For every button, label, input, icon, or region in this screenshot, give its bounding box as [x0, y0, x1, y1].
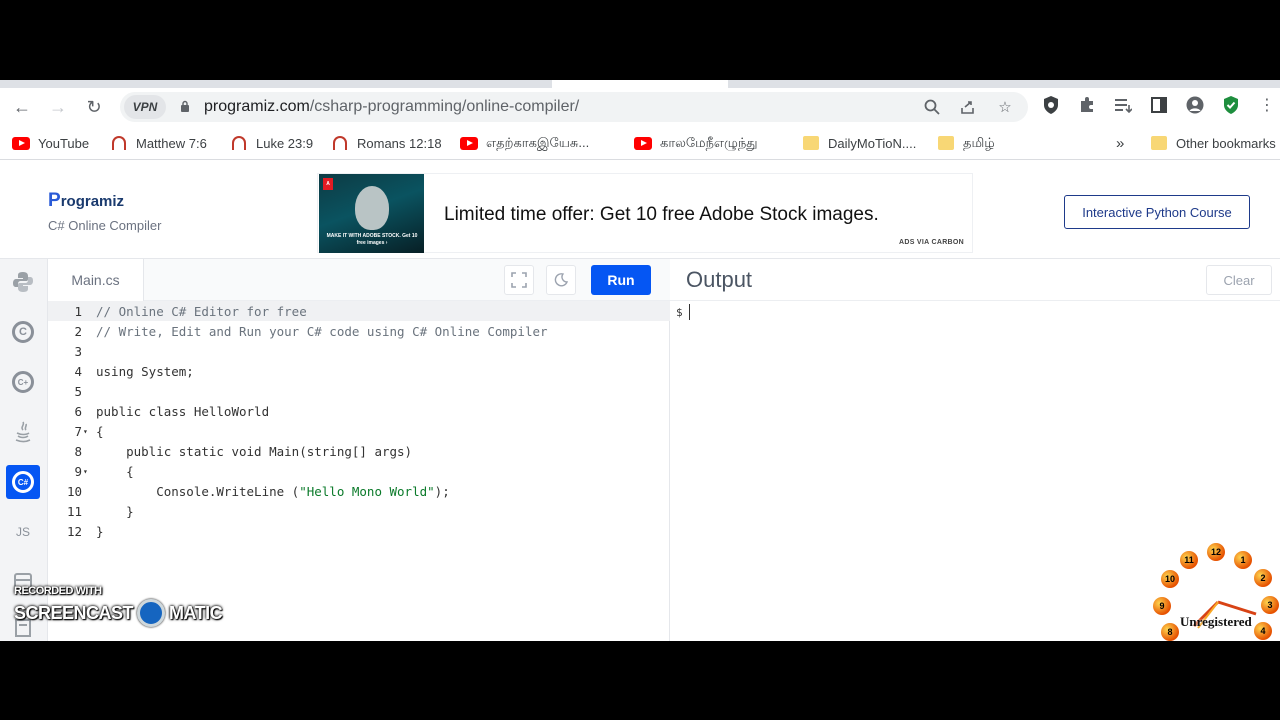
- bookmarks-bar: YouTube Matthew 7:6 Luke 23:9 Romans 12:…: [0, 126, 1280, 160]
- ad-image[interactable]: A MAKE IT WITH ADOBE STOCK. Get 10 free …: [319, 174, 424, 253]
- programiz-logo[interactable]: Programiz: [48, 190, 124, 212]
- console-prompt: $: [676, 306, 683, 319]
- headphones-icon: [230, 135, 248, 151]
- cpp-icon[interactable]: C+: [6, 365, 40, 399]
- code-line[interactable]: 7 ▾{: [48, 421, 670, 441]
- clock-number: 10: [1161, 570, 1179, 588]
- puzzle-extensions-icon[interactable]: [1076, 94, 1098, 116]
- interactive-python-course-button[interactable]: Interactive Python Course: [1064, 195, 1250, 229]
- bookmark-dailymotion-folder[interactable]: DailyMoTioN....: [802, 134, 916, 152]
- ad-portrait: [355, 186, 389, 230]
- clock-number: 8: [1161, 623, 1179, 641]
- code-line[interactable]: 3: [48, 341, 670, 361]
- output-title: Output: [686, 267, 753, 292]
- js-icon[interactable]: JS: [6, 515, 40, 549]
- code-line[interactable]: 1// Online C# Editor for free: [48, 301, 670, 321]
- bookmark-star-icon[interactable]: ☆: [995, 97, 1015, 117]
- clock-number: 1: [1234, 551, 1252, 569]
- watermark-logo: SCREENCAST MATIC: [14, 599, 223, 627]
- folder-icon: [802, 135, 820, 151]
- watermark-recorded-with: RECORDED WITH: [14, 585, 102, 597]
- code-line[interactable]: 10 Console.WriteLine ("Hello Mono World"…: [48, 481, 670, 501]
- fold-arrow-icon[interactable]: ▾: [82, 427, 92, 436]
- tab-strip: [0, 80, 1280, 88]
- editor-header: Main.cs Run: [48, 259, 670, 301]
- youtube-icon: [12, 135, 30, 151]
- clear-button[interactable]: Clear: [1206, 265, 1272, 295]
- back-icon[interactable]: ←: [9, 94, 35, 120]
- browser-window: ← → ↻ VPN programiz.com/csharp-programmi…: [0, 80, 1280, 641]
- java-icon[interactable]: [6, 415, 40, 449]
- bookmark-tamil-video-2[interactable]: காலமேநீஎழுந்து: [634, 134, 758, 152]
- menu-kebab-icon[interactable]: ⋮: [1256, 94, 1278, 116]
- screencast-logo-icon: [137, 599, 166, 627]
- profile-icon[interactable]: [1184, 94, 1206, 116]
- bookmarks-overflow-chevron[interactable]: »: [1116, 134, 1124, 152]
- language-sidebar: C C+ C# JS: [0, 259, 48, 641]
- lock-icon[interactable]: [180, 100, 190, 112]
- compiler-workspace: C C+ C# JS Main.cs Run 1// Online C# Edi…: [0, 258, 1280, 641]
- share-icon[interactable]: [958, 97, 978, 117]
- zoom-icon[interactable]: [922, 97, 942, 117]
- file-tab-main[interactable]: Main.cs: [48, 259, 144, 301]
- code-line[interactable]: 11 }: [48, 501, 670, 521]
- code-line[interactable]: 2// Write, Edit and Run your C# code usi…: [48, 321, 670, 341]
- side-panel-icon[interactable]: [1148, 94, 1170, 116]
- bookmark-tamil-video-1[interactable]: எதற்காகஇயேசு...: [460, 134, 589, 152]
- fullscreen-icon[interactable]: [504, 265, 534, 295]
- headphones-icon: [331, 135, 349, 151]
- output-header: Output Clear: [670, 259, 1280, 301]
- python-icon[interactable]: [6, 265, 40, 299]
- carbon-ad[interactable]: A MAKE IT WITH ADOBE STOCK. Get 10 free …: [317, 173, 973, 253]
- c-icon[interactable]: C: [6, 315, 40, 349]
- url-text[interactable]: programiz.com/csharp-programming/online-…: [204, 98, 579, 116]
- reading-list-icon[interactable]: [1112, 94, 1134, 116]
- clock-number: 2: [1254, 569, 1272, 587]
- csharp-icon[interactable]: C#: [6, 465, 40, 499]
- run-button[interactable]: Run: [591, 265, 651, 295]
- unregistered-label: Unregistered: [1180, 614, 1252, 629]
- console-cursor: [689, 304, 690, 320]
- folder-icon: [1150, 135, 1168, 151]
- bookmark-tamil-folder[interactable]: தமிழ்: [937, 134, 995, 152]
- bookmark-matthew[interactable]: Matthew 7:6: [110, 134, 207, 152]
- folder-icon: [937, 135, 955, 151]
- string-literal: "Hello Mono World": [299, 483, 435, 499]
- code-line[interactable]: 6 public class HelloWorld: [48, 401, 670, 421]
- bookmark-romans[interactable]: Romans 12:18: [331, 134, 442, 152]
- bookmark-luke[interactable]: Luke 23:9: [230, 134, 313, 152]
- dark-mode-moon-icon[interactable]: [546, 265, 576, 295]
- browser-toolbar: ← → ↻ VPN programiz.com/csharp-programmi…: [0, 88, 1280, 126]
- active-tab[interactable]: [552, 80, 728, 88]
- code-line[interactable]: 9 ▾ {: [48, 461, 670, 481]
- clock-number: 9: [1153, 597, 1171, 615]
- security-check-icon[interactable]: [1220, 94, 1242, 116]
- unregistered-clock-watermark: 12 1 2 3 4 8 9 10 11 Unregistered: [1150, 540, 1280, 641]
- adobe-logo-icon: A: [323, 178, 333, 190]
- headphones-icon: [110, 135, 128, 151]
- shield-extension-icon[interactable]: [1040, 94, 1062, 116]
- youtube-icon: [460, 135, 478, 151]
- address-bar[interactable]: VPN programiz.com/csharp-programming/onl…: [120, 92, 1028, 122]
- other-bookmarks-folder[interactable]: Other bookmarks: [1150, 134, 1276, 152]
- ad-image-caption: MAKE IT WITH ADOBE STOCK. Get 10 free im…: [326, 233, 418, 246]
- clock-number: 11: [1180, 551, 1198, 569]
- code-line[interactable]: 5: [48, 381, 670, 401]
- reload-icon[interactable]: ↻: [81, 94, 107, 120]
- youtube-icon: [634, 135, 652, 151]
- vpn-icon[interactable]: VPN: [124, 95, 166, 119]
- ads-via-carbon[interactable]: ADS VIA CARBON: [899, 239, 964, 246]
- forward-icon[interactable]: →: [45, 94, 71, 120]
- code-line[interactable]: 8 public static void Main(string[] args): [48, 441, 670, 461]
- bookmark-youtube[interactable]: YouTube: [12, 134, 89, 152]
- code-line[interactable]: 12}: [48, 521, 670, 541]
- clock-number: 3: [1261, 596, 1279, 614]
- ad-text[interactable]: Limited time offer: Get 10 free Adobe St…: [444, 204, 879, 226]
- code-line[interactable]: 4 using System;: [48, 361, 670, 381]
- code-editor[interactable]: 1// Online C# Editor for free 2// Write,…: [48, 301, 670, 641]
- fold-arrow-icon[interactable]: ▾: [82, 467, 92, 476]
- clock-number: 12: [1207, 543, 1225, 561]
- page-subtitle: C# Online Compiler: [48, 218, 162, 233]
